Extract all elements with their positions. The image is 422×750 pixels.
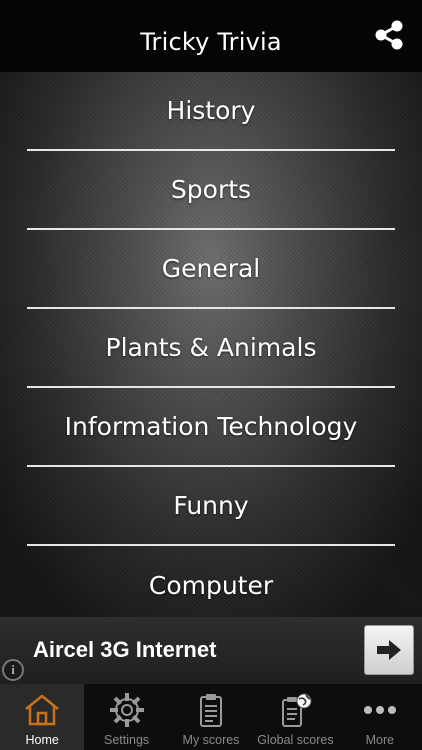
ad-open-button[interactable] (364, 625, 414, 675)
app-screen: Tricky Trivia History Sports General Pla… (0, 0, 422, 750)
ad-banner[interactable]: Aircel 3G Internet i (0, 617, 422, 683)
category-general[interactable]: General (27, 230, 395, 309)
category-information-technology[interactable]: Information Technology (27, 388, 395, 467)
more-icon (363, 706, 396, 714)
tab-global-scores[interactable]: Global scores (253, 684, 337, 750)
clipboard-icon (200, 694, 223, 727)
tab-label: More (365, 733, 395, 747)
category-label: General (161, 254, 261, 283)
tab-settings[interactable]: Settings (84, 684, 168, 750)
tab-label: Home (25, 733, 59, 747)
tab-label: Settings (104, 733, 150, 747)
arrow-right-icon (377, 640, 401, 660)
tab-more[interactable]: More (338, 684, 422, 750)
home-icon (25, 694, 59, 726)
category-computer[interactable]: Computer (27, 546, 395, 625)
category-label: Sports (170, 175, 252, 204)
tab-my-scores[interactable]: My scores (169, 684, 253, 750)
gear-icon (109, 693, 144, 727)
category-label: Computer (148, 571, 274, 600)
share-icon[interactable] (372, 18, 406, 52)
category-sports[interactable]: Sports (27, 151, 395, 230)
tab-label: My scores (182, 733, 240, 747)
nav-bar: Tricky Trivia (0, 0, 422, 72)
category-label: Information Technology (64, 412, 358, 441)
category-funny[interactable]: Funny (27, 467, 395, 546)
category-label: Funny (173, 491, 249, 520)
tab-label: Global scores (257, 733, 334, 747)
category-history[interactable]: History (27, 72, 395, 151)
page-title: Tricky Trivia (140, 28, 282, 56)
category-plants-animals[interactable]: Plants & Animals (27, 309, 395, 388)
tab-bar: Home Settings My scores Global scores Mo… (0, 683, 422, 750)
info-icon[interactable]: i (2, 659, 24, 681)
category-list: History Sports General Plants & Animals … (0, 72, 422, 617)
category-label: History (166, 96, 256, 125)
tab-home[interactable]: Home (0, 684, 85, 750)
category-label: Plants & Animals (105, 333, 317, 362)
ad-text: Aircel 3G Internet (33, 637, 217, 662)
globe-clipboard-icon (282, 693, 312, 727)
